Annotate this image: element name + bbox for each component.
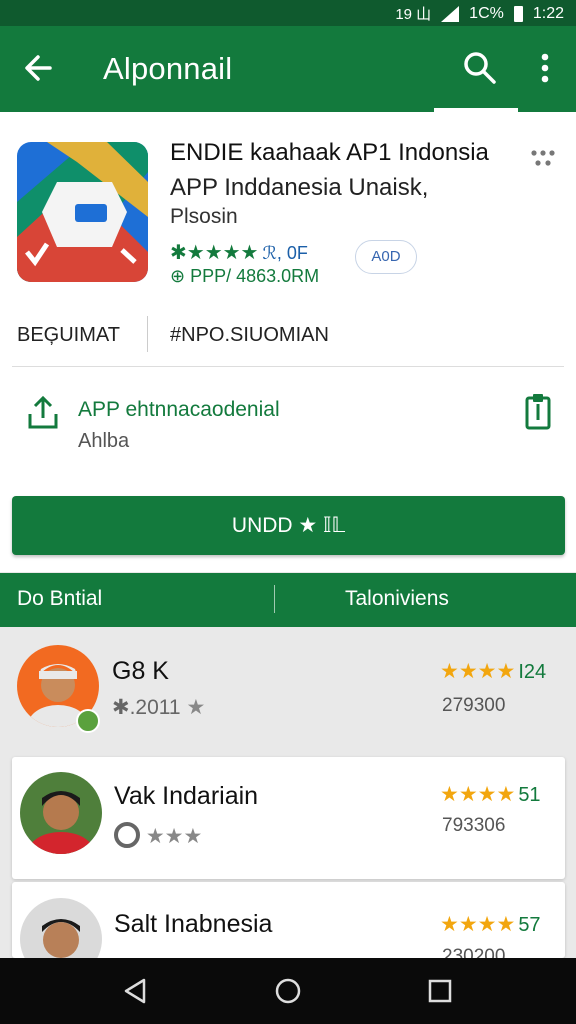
home-nav-icon[interactable] [273, 976, 303, 1006]
verified-badge [76, 709, 100, 733]
downloads-text: PPP/ 4863.0RM [190, 266, 320, 286]
meta-divider [147, 316, 148, 352]
instagram-icon [114, 822, 140, 848]
avatar [20, 772, 102, 854]
app-downloads: ⊕ PPP/ 4863.0RM [170, 266, 319, 287]
avatar [20, 898, 102, 958]
review-stars: ★★★★ 57 [440, 912, 541, 937]
meta-tag[interactable]: #NPO.SIUOMIAN [170, 324, 329, 347]
app-title: ENDIE kaahaak AP1 Indonsia [170, 139, 489, 166]
review-score: 57 [518, 914, 541, 936]
battery-text: 1C% [469, 4, 504, 22]
meta-category[interactable]: BEĢUIMAT [17, 324, 120, 347]
app-bar: Alponnail [0, 26, 576, 112]
permissions-subtitle: Ahlba [78, 430, 130, 452]
age-rating-badge[interactable]: A0D [355, 240, 417, 274]
permissions-title: APP ehtnnacaodenial [78, 398, 280, 421]
review-date: ✱.2011 [112, 696, 181, 719]
arrow-left-icon[interactable] [20, 48, 60, 88]
stars: ★★★★ [440, 660, 516, 683]
review-item[interactable]: Vak Indariain ★★★ ★★★★ 51 793306 [12, 757, 565, 879]
globe-icon: ⊕ [170, 266, 186, 286]
system-nav-bar [0, 958, 576, 1024]
review-item[interactable]: Salt Inabnesia ★★★★ 57 230200 [12, 882, 565, 958]
review-score: 51 [518, 784, 541, 806]
battery-icon [513, 5, 523, 22]
reviewer-name: Vak Indariain [114, 782, 259, 810]
more-options-icon[interactable] [528, 145, 558, 175]
review-stars: ★★★★ 51 [440, 782, 541, 807]
reviewer-name: G8 K [112, 657, 169, 685]
back-nav-icon[interactable] [120, 976, 150, 1006]
permissions-row[interactable]: APP ehtnnacaodenial Ahlba [0, 382, 576, 472]
share-icon [28, 395, 58, 429]
divider [12, 366, 564, 367]
app-details-card: ENDIE kaahaak AP1 Indonsia APP Inddanesi… [0, 112, 576, 572]
rating-extra: ℛ, 0F [262, 243, 308, 263]
review-count: 279300 [442, 695, 506, 716]
review-count: 230200 [442, 946, 506, 958]
review-count: 793306 [442, 815, 506, 836]
tab-details[interactable]: Do Bntial [17, 587, 102, 611]
review-item[interactable]: G8 K ✱.2011 ★ ★★★★ I24 279300 [0, 637, 576, 745]
reviewer-name: Salt Inabnesia [114, 910, 273, 938]
app-rating: ✱★★★★ ℛ, 0F [170, 240, 308, 265]
signal-icon [441, 5, 460, 22]
section-tabs: Do Bntial Taloniviens [0, 573, 576, 627]
tab-divider [274, 585, 275, 613]
app-subtitle: APP Inddanesia Unaisk, [170, 174, 429, 201]
more-vert-icon[interactable] [530, 48, 560, 88]
rating-stars: ✱★★★★ [170, 242, 259, 264]
search-icon[interactable] [460, 48, 500, 88]
app-logo-icon[interactable] [17, 142, 148, 282]
install-button[interactable]: UNDD ★ 𝕀𝕃 [12, 496, 565, 555]
review-meta: ★★★ [114, 822, 202, 849]
status-icons: 19 山 [395, 6, 432, 23]
review-score: I24 [518, 661, 547, 683]
tab-reviews[interactable]: Taloniviens [345, 587, 449, 611]
app-meta-row: BEĢUIMAT #NPO.SIUOMIAN [0, 312, 576, 364]
status-bar: 19 山 1C% 1:22 [0, 0, 576, 26]
star-icons: ★★★ [145, 825, 203, 848]
stars: ★★★★ [440, 783, 516, 806]
clipboard-icon[interactable] [524, 392, 552, 430]
recents-nav-icon[interactable] [425, 976, 455, 1006]
review-meta: ✱.2011 ★ [112, 695, 205, 720]
review-stars: ★★★★ I24 [440, 659, 546, 684]
app-publisher[interactable]: Plsosin [170, 205, 238, 229]
star-icon: ★ [186, 696, 206, 719]
page-title: Alponnail [103, 51, 233, 86]
clock: 1:22 [532, 4, 564, 22]
stars: ★★★★ [440, 913, 516, 936]
